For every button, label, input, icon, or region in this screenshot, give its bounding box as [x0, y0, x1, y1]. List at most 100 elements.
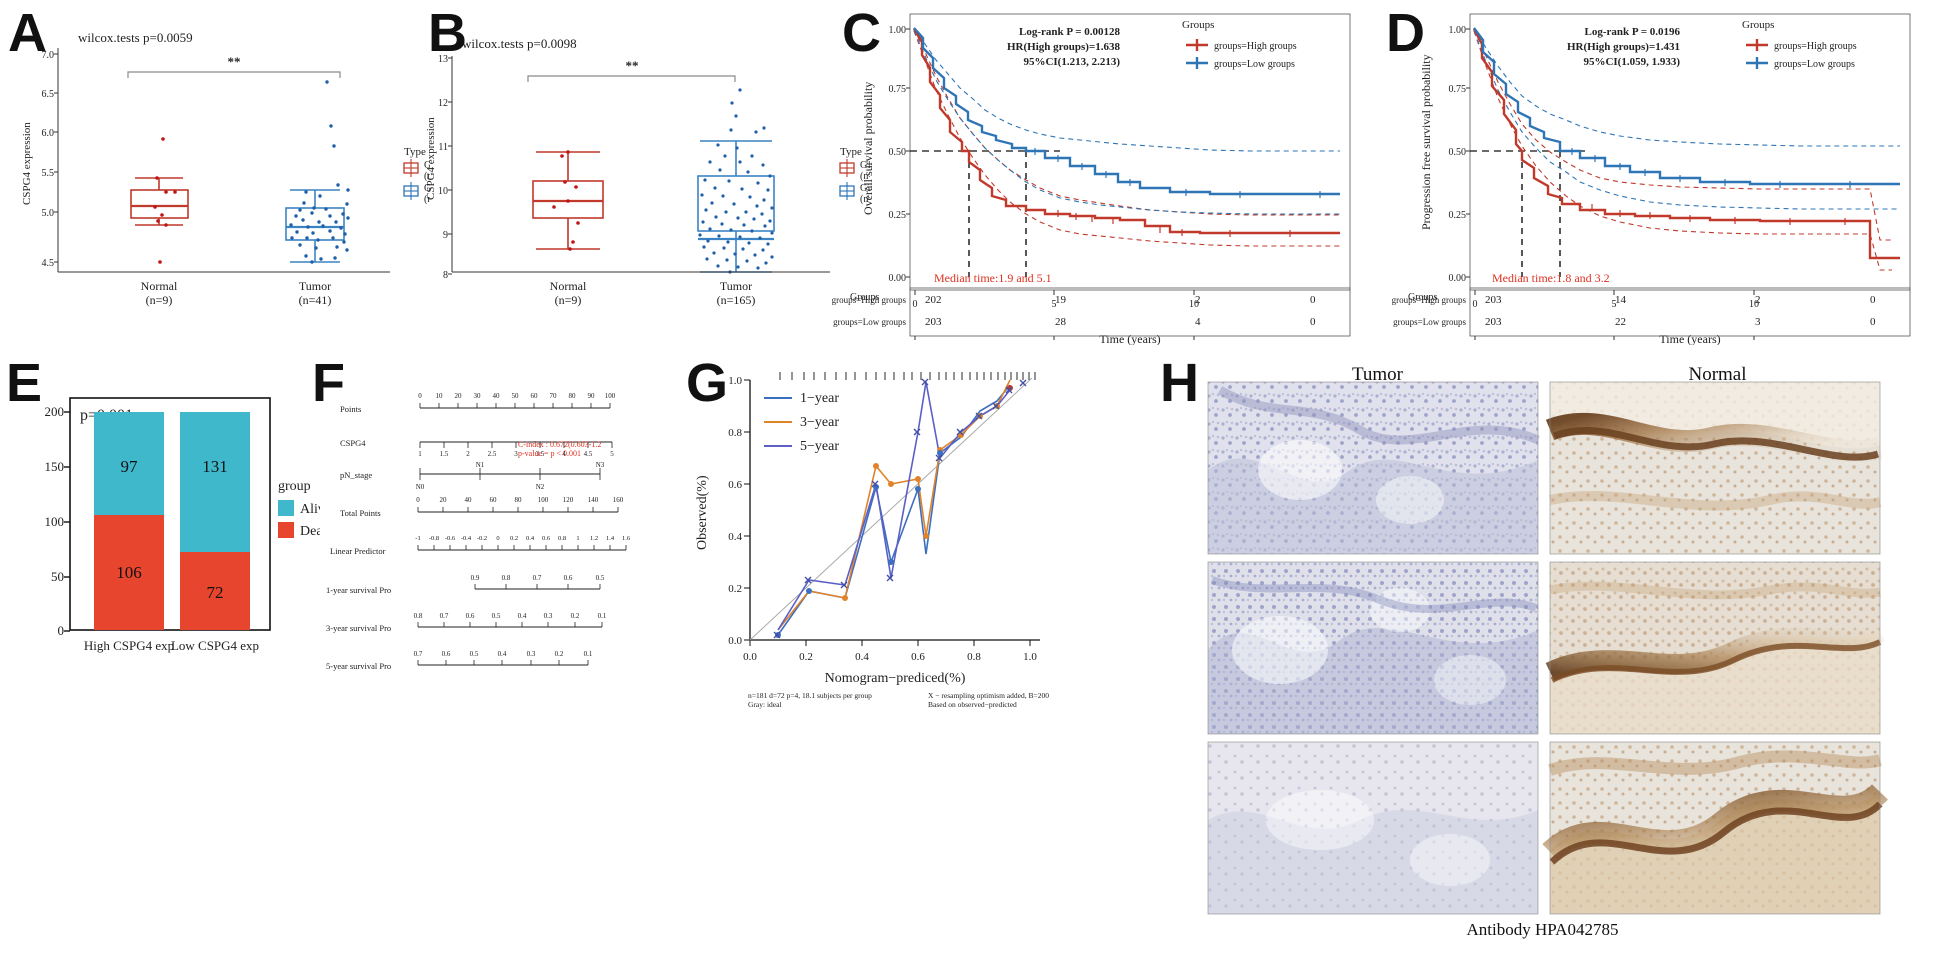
svg-text:0.6: 0.6: [466, 612, 475, 620]
svg-text:1.5: 1.5: [440, 450, 449, 458]
panel-b-letter: B: [428, 3, 467, 63]
panel-e-bar-high: 97 106: [94, 412, 164, 630]
panel-b-sig: **: [626, 58, 639, 73]
svg-text:CSPG4: CSPG4: [340, 438, 366, 448]
svg-text:0.4: 0.4: [518, 612, 527, 620]
svg-text:20: 20: [455, 392, 463, 400]
panel-c-legend: Groups groups=High groups groups=Low gro…: [1182, 19, 1297, 70]
svg-text:0.8: 0.8: [414, 612, 423, 620]
panel-d-median-note: Median time:1.8 and 3.2: [1492, 271, 1610, 285]
svg-text:-0.6: -0.6: [445, 535, 456, 542]
svg-text:HR(High groups)=1.431: HR(High groups)=1.431: [1567, 41, 1680, 53]
svg-text:Log-rank P = 0.00128: Log-rank P = 0.00128: [1019, 26, 1120, 38]
svg-text:0.7: 0.7: [533, 574, 542, 582]
svg-text:14: 14: [1615, 294, 1627, 306]
svg-text:0.8: 0.8: [558, 535, 566, 542]
svg-text:0: 0: [1310, 316, 1316, 328]
svg-text:90: 90: [588, 392, 596, 400]
panel-d: D 1.00 0.75 0.50 0.25 0.00 Progression f…: [1380, 0, 1935, 345]
svg-text:0.75: 0.75: [889, 84, 907, 95]
svg-text:4.5: 4.5: [42, 258, 55, 269]
svg-text:8: 8: [443, 270, 448, 281]
panel-h-caption: Antibody HPA042785: [1466, 920, 1619, 939]
panel-h-tile-normal-3: [1542, 741, 1888, 915]
panel-g-rug: [779, 372, 1036, 380]
svg-text:(n=165): (n=165): [717, 293, 756, 307]
panel-f-row-points: Points 0 10 20 30 40 50 60 70 80 90 100: [340, 392, 616, 414]
svg-text:1.00: 1.00: [1449, 25, 1467, 36]
svg-text:N0: N0: [416, 483, 425, 491]
svg-text:-0.8: -0.8: [429, 535, 439, 542]
panel-d-legend: Groups groups=High groups groups=Low gro…: [1742, 19, 1857, 70]
svg-text:High CSPG4 exp: High CSPG4 exp: [84, 638, 174, 653]
panel-e: E p=0.001 200 150 100 50 0 97 106 131 72: [0, 350, 320, 680]
svg-text:Normal: Normal: [550, 279, 587, 293]
svg-text:120: 120: [563, 496, 574, 504]
svg-text:1-year survival Pro: 1-year survival Pro: [326, 585, 391, 595]
svg-text:1.2: 1.2: [590, 535, 598, 542]
svg-text:0.6: 0.6: [442, 650, 451, 658]
svg-text:X − resampling optimism added,: X − resampling optimism added, B=200: [928, 691, 1049, 700]
svg-text:0: 0: [1310, 294, 1316, 306]
svg-text:0: 0: [418, 392, 422, 400]
svg-text:100: 100: [605, 392, 616, 400]
panel-f-nomogram: Points 0 10 20 30 40 50 60 70 80 90 100 CSPG4: [326, 392, 631, 671]
svg-text:4: 4: [1195, 316, 1201, 328]
panel-e-yticks: 200 150 100 50 0: [45, 404, 70, 638]
svg-text:groups=High groups: groups=High groups: [1392, 295, 1467, 305]
svg-text:1.0: 1.0: [1023, 651, 1037, 663]
svg-text:0: 0: [913, 299, 918, 310]
svg-text:0.8: 0.8: [502, 574, 511, 582]
panel-c-legend-title: Groups: [1182, 19, 1214, 31]
panel-b-yticks: 13 12 11 10 9 8: [438, 54, 452, 281]
svg-text:0: 0: [496, 535, 499, 542]
svg-text:N2: N2: [536, 483, 545, 491]
svg-text:(n=41): (n=41): [299, 293, 332, 307]
panel-c-ylabel: Overall survival probability: [861, 82, 875, 215]
svg-text:22: 22: [1615, 316, 1626, 328]
panel-e-bar-low: 131 72: [180, 412, 250, 630]
panel-c-risk-table: Groups groups=High groups 202 19 2 0 gro…: [832, 287, 1351, 340]
svg-text:groups=High groups: groups=High groups: [832, 295, 907, 305]
panel-g-ideal-line: [749, 377, 1033, 641]
svg-text:0.7: 0.7: [414, 650, 423, 658]
svg-text:0.7: 0.7: [440, 612, 449, 620]
svg-text:0.5: 0.5: [470, 650, 479, 658]
panel-g-yticks: 0.0 0.2 0.4 0.6 0.8 1.0: [728, 375, 750, 647]
svg-text:5-year survival Pro: 5-year survival Pro: [326, 661, 391, 671]
svg-text:1.6: 1.6: [622, 535, 631, 542]
panel-e-plot: p=0.001 200 150 100 50 0 97 106 131 72 H…: [45, 397, 320, 653]
panel-h-tile-normal-2: [1545, 561, 1885, 735]
svg-text:groups=High groups: groups=High groups: [1774, 41, 1857, 52]
svg-text:N1: N1: [476, 461, 485, 469]
svg-text:0.4: 0.4: [498, 650, 507, 658]
svg-text:0.1: 0.1: [598, 612, 607, 620]
panel-a-points-tumor: [289, 80, 350, 264]
panel-c-stats: Log-rank P = 0.00128 HR(High groups)=1.6…: [1007, 26, 1121, 68]
svg-text:0: 0: [1870, 316, 1876, 328]
panel-e-legend-swatch-alive: [278, 500, 294, 516]
panel-c-letter: C: [842, 3, 881, 63]
svg-text:5−year: 5−year: [800, 439, 839, 454]
svg-text:0.8: 0.8: [967, 651, 981, 663]
svg-text:Total Points: Total Points: [340, 508, 381, 518]
panel-f-row-linear-predictor: Linear Predictor -1 -0.8 -0.6 -0.4 -0.2 0 0…: [330, 535, 631, 556]
panel-d-letter: D: [1386, 3, 1425, 63]
panel-a-letter: A: [8, 3, 47, 63]
svg-text:groups=Low groups: groups=Low groups: [1214, 59, 1295, 70]
svg-text:0.6: 0.6: [728, 479, 742, 491]
svg-text:60: 60: [490, 496, 498, 504]
svg-text:Low CSPG4 exp: Low CSPG4 exp: [171, 638, 259, 653]
panel-b-plot: wilcox.tests p=0.0098 13 12 11 10 9 8 CS…: [425, 36, 870, 307]
panel-c: C 1.00 0.75 0.50 0.25 0.00 Overall survi…: [830, 0, 1360, 345]
svg-text:groups=High groups: groups=High groups: [1214, 41, 1297, 52]
panel-g-letter: G: [686, 353, 729, 413]
svg-text:0.2: 0.2: [799, 651, 813, 663]
panel-h: H Tumor Normal Antibody HPA042785: [1150, 350, 1935, 958]
panel-a-title: wilcox.tests p=0.0059: [78, 30, 193, 45]
panel-c-xlabel: Time (years): [1099, 332, 1160, 345]
panel-g-xlabel: Nomogram−prediced(%): [825, 671, 966, 686]
panel-g-ylabel: Observed(%): [695, 475, 710, 550]
panel-d-xlabel: Time (years): [1659, 332, 1720, 345]
svg-text:0.8: 0.8: [728, 427, 742, 439]
